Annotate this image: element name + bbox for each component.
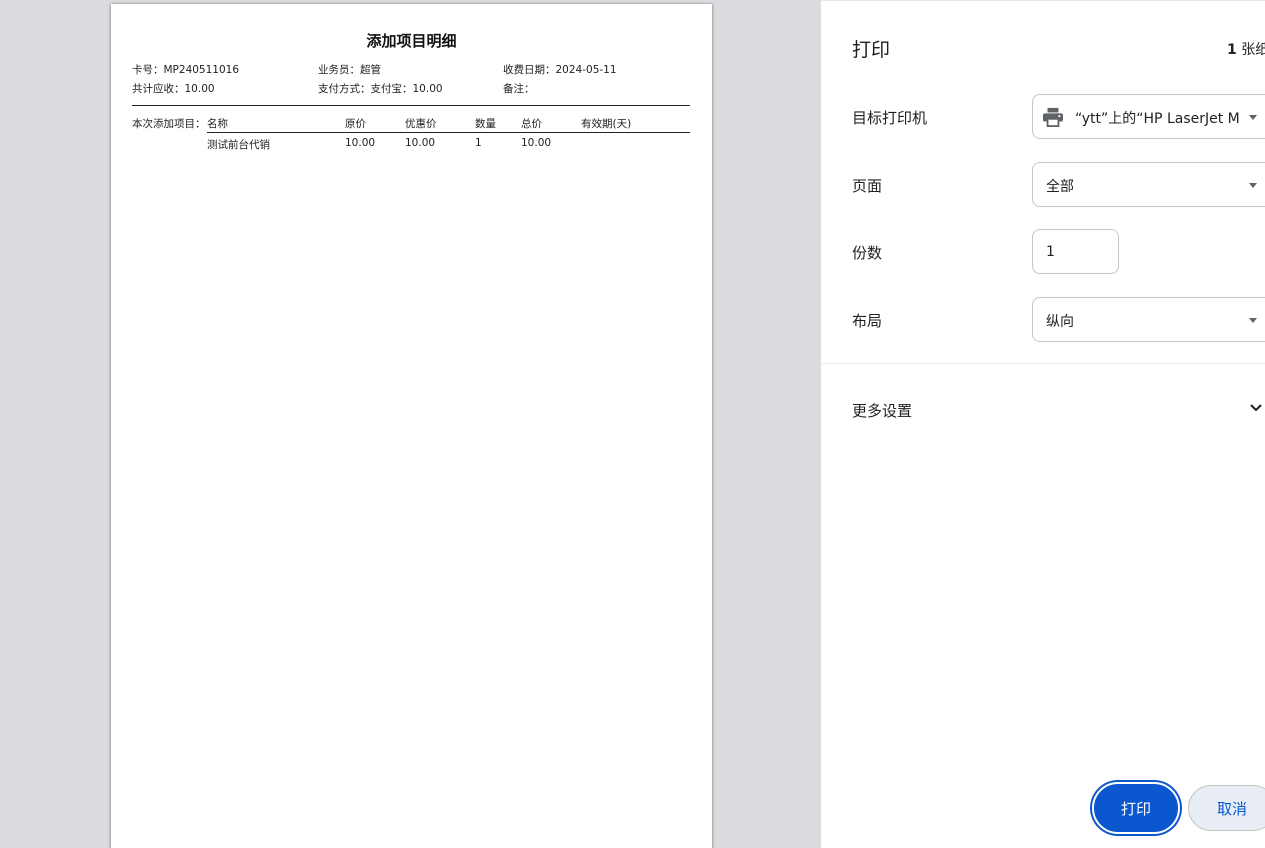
copies-input[interactable] [1032,229,1119,274]
chevron-down-icon [1250,404,1262,412]
salesperson-value: 超管 [360,64,381,76]
destination-value: “ytt”上的“HP LaserJet M [1075,111,1240,127]
column-header-validity: 有效期(天) [581,118,632,130]
layout-value: 纵向 [1046,314,1074,330]
print-preview-area[interactable]: 添加项目明细 卡号：MP240511016 业务员：超管 收费日期：2024-0… [0,0,821,848]
pages-label: 页面 [852,177,883,195]
salesperson-label: 业务员： [318,64,360,76]
sheet-count-unit: 张纸 [1241,42,1265,58]
column-header-quantity: 数量 [475,118,496,130]
copies-label: 份数 [852,244,883,262]
payment-method-label: 支付方式： [318,83,371,95]
row-quantity: 1 [475,137,482,149]
chevron-down-icon [1249,318,1257,323]
payment-method: 支付方式：支付宝：10.00 [318,81,443,96]
destination-label: 目标打印机 [852,109,928,127]
column-header-total: 总价 [521,118,542,130]
chevron-down-icon [1249,115,1257,120]
column-header-name: 名称 [207,118,228,130]
column-header-original-price: 原价 [345,118,366,130]
print-settings-panel: 打印 1 张纸 目标打印机 “ytt”上的“HP LaserJet M 页面 全… [821,0,1265,848]
sheet-count-number: 1 [1227,42,1237,58]
layout-select[interactable]: 纵向 [1032,297,1265,342]
section-divider [821,363,1265,364]
total-due: 共计应收：10.00 [132,81,215,96]
document-title: 添加项目明细 [366,32,457,50]
table-header-rule [207,132,690,133]
column-header-discount-price: 优惠价 [405,118,437,130]
print-button[interactable]: 打印 [1092,782,1180,834]
card-number-value: MP240511016 [163,64,240,76]
cancel-button[interactable]: 取消 [1188,785,1265,831]
row-original-price: 10.00 [345,137,376,149]
card-number-label: 卡号： [132,64,164,76]
divider-line [132,105,690,106]
charge-date: 收费日期：2024-05-11 [503,62,617,77]
items-label: 本次添加项目： [132,118,206,130]
charge-date-value: 2024-05-11 [555,64,617,76]
chevron-down-icon [1249,183,1257,188]
layout-label: 布局 [852,312,883,330]
payment-method-value: 支付宝：10.00 [370,83,443,95]
salesperson: 业务员：超管 [318,62,381,77]
panel-title: 打印 [852,39,891,61]
row-name: 测试前台代销 [207,139,270,151]
pages-value: 全部 [1046,179,1074,195]
more-settings-toggle[interactable]: 更多设置 [821,389,1265,431]
row-total: 10.00 [521,137,552,149]
destination-select[interactable]: “ytt”上的“HP LaserJet M [1032,94,1265,139]
more-settings-label: 更多设置 [852,402,913,420]
remark: 备注： [503,81,535,96]
sheet-count: 1 张纸 [1227,39,1265,59]
total-due-value: 10.00 [184,83,215,95]
row-discount-price: 10.00 [405,137,436,149]
preview-page: 添加项目明细 卡号：MP240511016 业务员：超管 收费日期：2024-0… [111,4,712,848]
charge-date-label: 收费日期： [503,64,556,76]
printer-icon [1043,107,1063,127]
remark-label: 备注： [503,83,535,95]
card-number: 卡号：MP240511016 [132,62,239,77]
pages-select[interactable]: 全部 [1032,162,1265,207]
total-due-label: 共计应收： [132,83,185,95]
